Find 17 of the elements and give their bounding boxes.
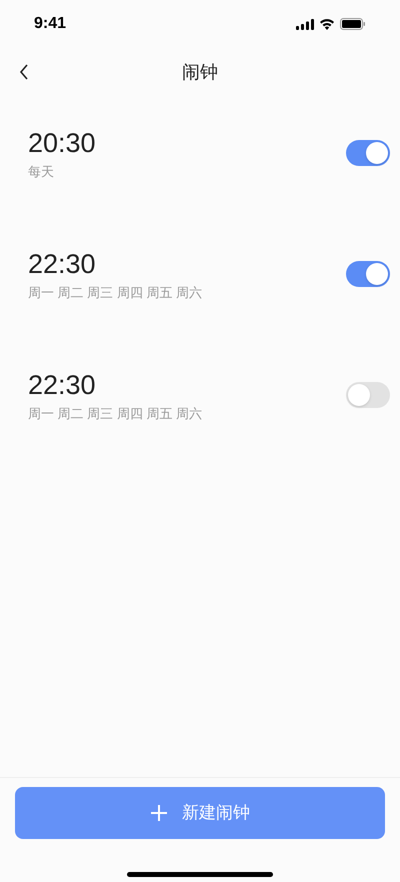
page-title: 闹钟: [182, 60, 218, 84]
plus-icon: [150, 804, 168, 822]
alarm-time: 22:30: [28, 369, 97, 402]
signal-icon: [296, 18, 314, 30]
battery-icon: [340, 18, 366, 30]
new-alarm-button[interactable]: 新建闹钟: [15, 787, 385, 839]
alarm-time: 22:30: [28, 248, 97, 281]
alarm-repeat-days: 每天: [28, 162, 96, 182]
wifi-icon: [319, 18, 335, 30]
alarm-repeat-days: 周一 周二 周三 周四 周五 周六: [28, 404, 202, 424]
alarm-time: 20:30: [28, 127, 96, 160]
back-icon: [19, 64, 29, 80]
status-time: 9:41: [34, 14, 66, 34]
alarm-repeat-days: 周一 周二 周三 周四 周五 周六: [28, 283, 202, 303]
alarm-toggle[interactable]: [346, 382, 390, 408]
alarm-toggle[interactable]: [346, 261, 390, 287]
alarm-toggle[interactable]: [346, 140, 390, 166]
